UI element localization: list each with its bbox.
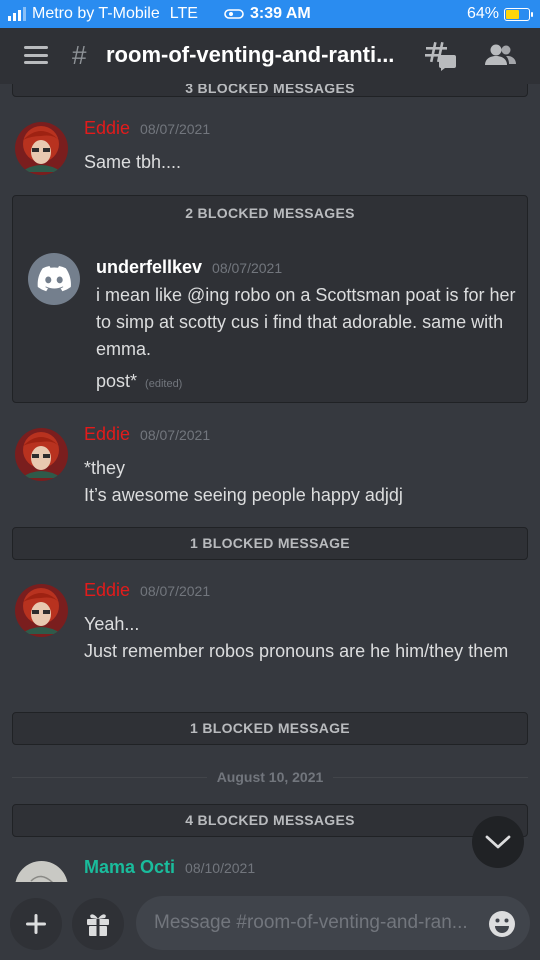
message-content: *they It’s awesome seeing people happy a…: [84, 455, 514, 509]
blocked-messages-bar[interactable]: 4 BLOCKED MESSAGES: [12, 804, 528, 837]
chevron-down-icon: [485, 835, 511, 849]
blocked-label: 4 BLOCKED MESSAGES: [185, 812, 355, 828]
blocked-messages-bar[interactable]: 1 BLOCKED MESSAGE: [12, 712, 528, 745]
blocked-messages-expanded[interactable]: 2 BLOCKED MESSAGES underfellkev 08/07/20…: [12, 195, 528, 403]
timestamp: 08/07/2021: [140, 121, 211, 137]
timestamp: 08/07/2021: [140, 583, 211, 599]
blocked-messages-bar[interactable]: 3 BLOCKED MESSAGES: [12, 84, 528, 97]
message-header: Eddie 08/07/2021: [84, 424, 210, 445]
vpn-icon: [224, 9, 244, 19]
jump-to-present-button[interactable]: [472, 816, 524, 868]
author-name[interactable]: underfellkev: [96, 257, 202, 278]
author-name[interactable]: Eddie: [84, 580, 130, 601]
status-right: 64%: [466, 5, 533, 23]
author-name[interactable]: Eddie: [84, 424, 130, 445]
status-center: 3:39 AM: [224, 5, 311, 23]
message-line: Yeah...: [84, 614, 140, 634]
avatar[interactable]: [15, 861, 68, 882]
gift-icon: [87, 914, 109, 936]
message-line: *they: [84, 458, 126, 478]
clock: 3:39 AM: [250, 5, 311, 22]
carrier-label: Metro by T-Mobile: [32, 5, 160, 22]
message-header: Mama Octi 08/10/2021: [84, 857, 255, 878]
avatar[interactable]: [15, 584, 68, 637]
hamburger-icon[interactable]: [24, 46, 48, 64]
author-name[interactable]: Eddie: [84, 118, 130, 139]
message-content: Same tbh....: [84, 149, 514, 176]
blocked-label: 1 BLOCKED MESSAGE: [190, 720, 350, 736]
blocked-label: 1 BLOCKED MESSAGE: [190, 535, 350, 551]
gift-button[interactable]: [72, 898, 124, 950]
discord-logo-icon: [37, 266, 71, 292]
timestamp: 08/07/2021: [140, 427, 211, 443]
channel-hash-icon: #: [72, 40, 87, 70]
message-line: Just remember robos pronouns are he him/…: [84, 641, 509, 661]
message-line: Same tbh....: [84, 152, 182, 172]
message-line: post*: [96, 371, 138, 391]
message-line: It’s awesome seeing people happy adjdj: [84, 485, 403, 505]
message-content: Yeah... Just remember robos pronouns are…: [84, 611, 514, 665]
members-icon[interactable]: [484, 43, 516, 67]
timestamp: 08/07/2021: [212, 260, 283, 276]
message-header: underfellkev 08/07/2021: [96, 257, 282, 278]
avatar[interactable]: [15, 122, 68, 175]
message-edit-line: post* (edited): [96, 368, 182, 398]
message-input[interactable]: [136, 896, 530, 950]
message-header: Eddie 08/07/2021: [84, 580, 210, 601]
date-separator: August 10, 2021: [12, 768, 528, 788]
battery-icon: [504, 7, 533, 21]
date-label: August 10, 2021: [206, 769, 334, 785]
default-avatar[interactable]: [28, 253, 80, 305]
avatar[interactable]: [15, 428, 68, 481]
edited-label: (edited): [145, 378, 183, 390]
message-input-bar: [0, 882, 540, 960]
battery-percent: 64%: [466, 5, 499, 22]
blocked-label: 3 BLOCKED MESSAGES: [185, 84, 355, 96]
timestamp: 08/10/2021: [185, 860, 256, 876]
emoji-icon[interactable]: [488, 910, 516, 938]
channel-name[interactable]: room-of-venting-and-ranti...: [106, 42, 394, 68]
status-bar: Metro by T-Mobile LTE 3:39 AM 64%: [0, 0, 540, 28]
signal-icon: [8, 7, 26, 21]
add-attachment-button[interactable]: [10, 898, 62, 950]
status-left: Metro by T-Mobile LTE: [8, 5, 198, 23]
message-header: Eddie 08/07/2021: [84, 118, 210, 139]
plus-icon: [26, 914, 46, 934]
blocked-messages-bar[interactable]: 1 BLOCKED MESSAGE: [12, 527, 528, 560]
threads-icon[interactable]: [424, 41, 456, 71]
message-content: i mean like @ing robo on a Scottsman poa…: [96, 285, 516, 359]
blocked-label[interactable]: 2 BLOCKED MESSAGES: [13, 196, 527, 221]
author-name[interactable]: Mama Octi: [84, 857, 175, 878]
channel-header: # room-of-venting-and-ranti...: [0, 28, 540, 84]
message-list[interactable]: 3 BLOCKED MESSAGES Eddie 08/07/2021 Same…: [0, 84, 540, 882]
network-label: LTE: [169, 5, 198, 22]
